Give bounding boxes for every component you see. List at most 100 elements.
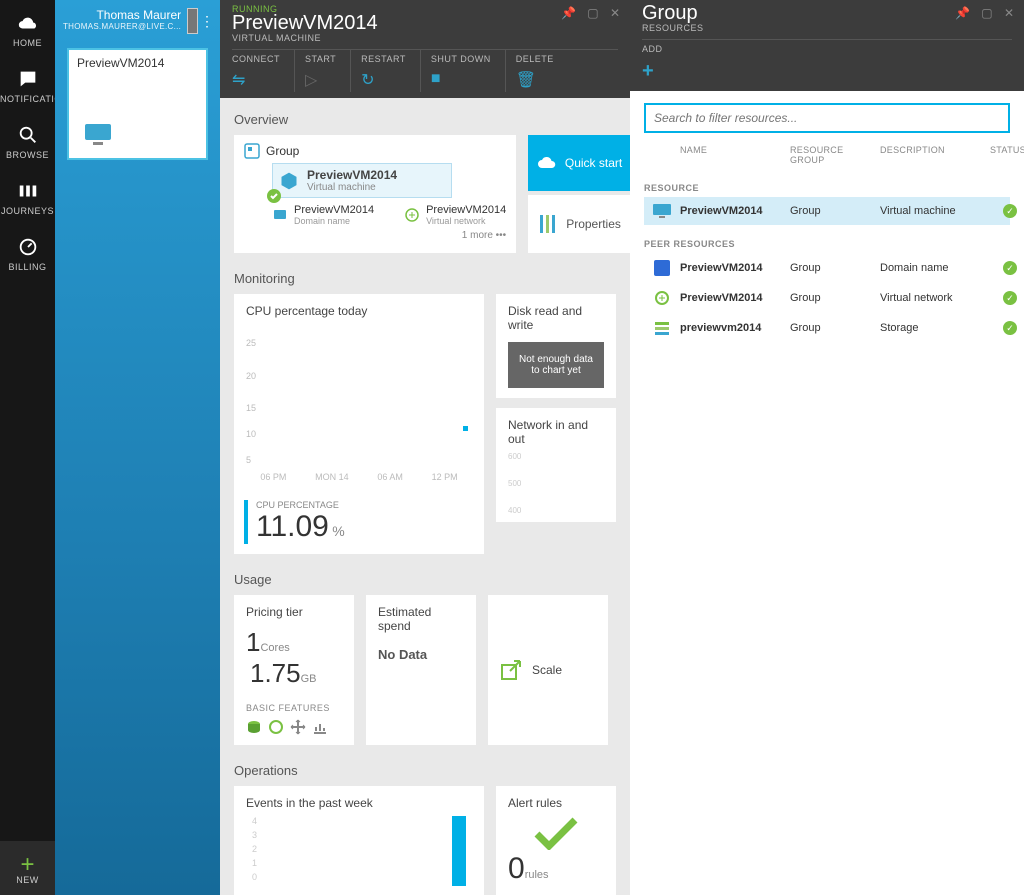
status-ok-icon: ✓ <box>1003 204 1017 218</box>
maximize-icon[interactable]: ▢ <box>981 6 992 20</box>
overview-more[interactable]: 1 more ••• <box>244 230 506 241</box>
cloud-bolt-icon <box>537 155 557 171</box>
resource-row[interactable]: PreviewVM2014 Group Domain name ✓ <box>644 253 1010 283</box>
resource-row[interactable]: PreviewVM2014 Group Virtual machine ✓ <box>644 197 1010 225</box>
circle-icon <box>268 719 284 735</box>
vnet-icon <box>654 290 670 306</box>
chat-icon <box>17 68 39 90</box>
search-icon <box>17 124 39 146</box>
events-card[interactable]: Events in the past week 4 3 2 1 0 <box>234 786 484 895</box>
domain-icon <box>272 207 288 223</box>
search-input[interactable] <box>644 103 1010 133</box>
overview-vm-name: PreviewVM2014 <box>307 168 397 182</box>
rail-home[interactable]: HOME <box>0 0 55 56</box>
section-operations: Operations <box>234 763 616 778</box>
close-icon[interactable]: ✕ <box>610 6 620 20</box>
play-icon: ▷ <box>305 70 336 90</box>
cpu-chart-card[interactable]: CPU percentage today 25 20 15 10 5 <box>234 294 484 554</box>
network-card[interactable]: Network in and out 600 500 400 <box>496 408 616 522</box>
rail-browse[interactable]: BROWSE <box>0 112 55 168</box>
toolbar-restart[interactable]: RESTART ↻ <box>361 50 421 92</box>
scale-icon <box>500 659 522 681</box>
rail-notifications[interactable]: NOTIFICATIONS <box>0 56 55 112</box>
bar-last <box>452 816 466 886</box>
disk-title: Disk read and write <box>508 304 604 332</box>
restart-icon: ↻ <box>361 70 406 90</box>
pinned-tile-vm[interactable]: PreviewVM2014 <box>67 48 208 160</box>
cloud-icon <box>17 12 39 34</box>
group-icon <box>244 143 260 159</box>
plus-icon: + <box>0 855 55 875</box>
overview-vm-type: Virtual machine <box>307 182 397 193</box>
spend-card[interactable]: Estimated spend No Data <box>366 595 476 745</box>
avatar <box>187 8 198 34</box>
status-ok-icon: ✓ <box>1003 261 1017 275</box>
rail-journeys-label: JOURNEYS <box>0 206 55 216</box>
section-usage: Usage <box>234 572 616 587</box>
columns-icon <box>17 180 39 202</box>
cpu-chart-title: CPU percentage today <box>234 294 484 324</box>
resource-row[interactable]: previewvm2014 Group Storage ✓ <box>644 313 1010 343</box>
events-title: Events in the past week <box>246 796 472 810</box>
vm-cube-icon <box>279 171 299 191</box>
maximize-icon[interactable]: ▢ <box>587 6 598 20</box>
blade-subtitle: VIRTUAL MACHINE <box>232 33 618 43</box>
pricing-tier-card[interactable]: Pricing tier 1Cores 1.75GB BASIC FEATURE… <box>234 595 354 745</box>
vnet-icon <box>404 207 420 223</box>
check-badge-icon <box>267 189 281 203</box>
scale-card[interactable]: Scale <box>488 595 608 745</box>
disk-nodata-msg: Not enough data to chart yet <box>508 342 604 388</box>
rail-billing[interactable]: BILLING <box>0 224 55 280</box>
cpu-metric-label: CPU PERCENTAGE <box>256 500 474 510</box>
overview-map-card[interactable]: Group PreviewVM2014 Virtual machine <box>234 135 516 253</box>
status-ok-icon: ✓ <box>1003 321 1017 335</box>
user-menu-icon[interactable]: ⋮ <box>200 16 214 26</box>
alert-value: 0 <box>508 852 525 885</box>
spend-title: Estimated spend <box>378 605 464 633</box>
toolbar-connect[interactable]: CONNECT ⇋ <box>232 50 295 92</box>
pin-icon[interactable]: 📌 <box>561 6 576 20</box>
user-email: THOMAS.MAURER@LIVE.C... <box>63 21 181 33</box>
connect-icon: ⇋ <box>232 70 280 90</box>
disk-icon <box>246 719 262 735</box>
rail-journeys[interactable]: JOURNEYS <box>0 168 55 224</box>
network-title: Network in and out <box>508 418 604 446</box>
monitor-icon <box>83 122 113 148</box>
cpu-metric-unit: % <box>332 523 344 539</box>
spend-value: No Data <box>378 647 464 662</box>
alert-rules-card[interactable]: Alert rules 0rules <box>496 786 616 895</box>
close-icon[interactable]: ✕ <box>1004 6 1014 20</box>
cpu-metric-value: 11.09 <box>256 510 329 543</box>
section-monitoring: Monitoring <box>234 271 616 286</box>
plus-icon: + <box>642 60 663 83</box>
quick-start-tile[interactable]: Quick start <box>528 135 630 191</box>
category-peer: PEER RESOURCES <box>644 239 1010 249</box>
rail-browse-label: BROWSE <box>0 150 55 160</box>
disk-card[interactable]: Disk read and write Not enough data to c… <box>496 294 616 398</box>
properties-tile[interactable]: Properties <box>528 195 630 253</box>
data-point <box>463 426 468 431</box>
resource-row[interactable]: PreviewVM2014 Group Virtual network ✓ <box>644 283 1010 313</box>
toolbar-add[interactable]: ADD + <box>642 40 677 85</box>
blade-vm: 📌 ▢ ✕ RUNNING PreviewVM2014 VIRTUAL MACH… <box>220 0 630 895</box>
rail-notifications-label: NOTIFICATIONS <box>0 94 55 104</box>
rail-billing-label: BILLING <box>0 262 55 272</box>
rail-new[interactable]: + NEW <box>0 841 55 895</box>
overview-group-label: Group <box>266 144 299 158</box>
category-resource: RESOURCE <box>644 183 1010 193</box>
sliders-icon <box>538 213 556 235</box>
domain-icon <box>654 260 670 276</box>
rail-new-label: NEW <box>0 875 55 885</box>
user-header[interactable]: Thomas Maurer THOMAS.MAURER@LIVE.C... ⋮ <box>55 0 220 38</box>
pricing-title: Pricing tier <box>246 605 342 619</box>
alert-title: Alert rules <box>508 796 604 810</box>
resource-table-header: NAME RESOURCE GROUP DESCRIPTION STATUS <box>644 141 1010 169</box>
toolbar-start[interactable]: START ▷ <box>305 50 351 92</box>
toolbar-delete[interactable]: DELETE 🗑 <box>516 50 568 92</box>
storage-icon <box>654 320 670 336</box>
pinned-tile-label: PreviewVM2014 <box>77 56 198 70</box>
meter-icon <box>17 236 39 258</box>
toolbar-shutdown[interactable]: SHUT DOWN ■ <box>431 50 506 92</box>
stop-icon: ■ <box>431 70 491 88</box>
pin-icon[interactable]: 📌 <box>955 6 970 20</box>
